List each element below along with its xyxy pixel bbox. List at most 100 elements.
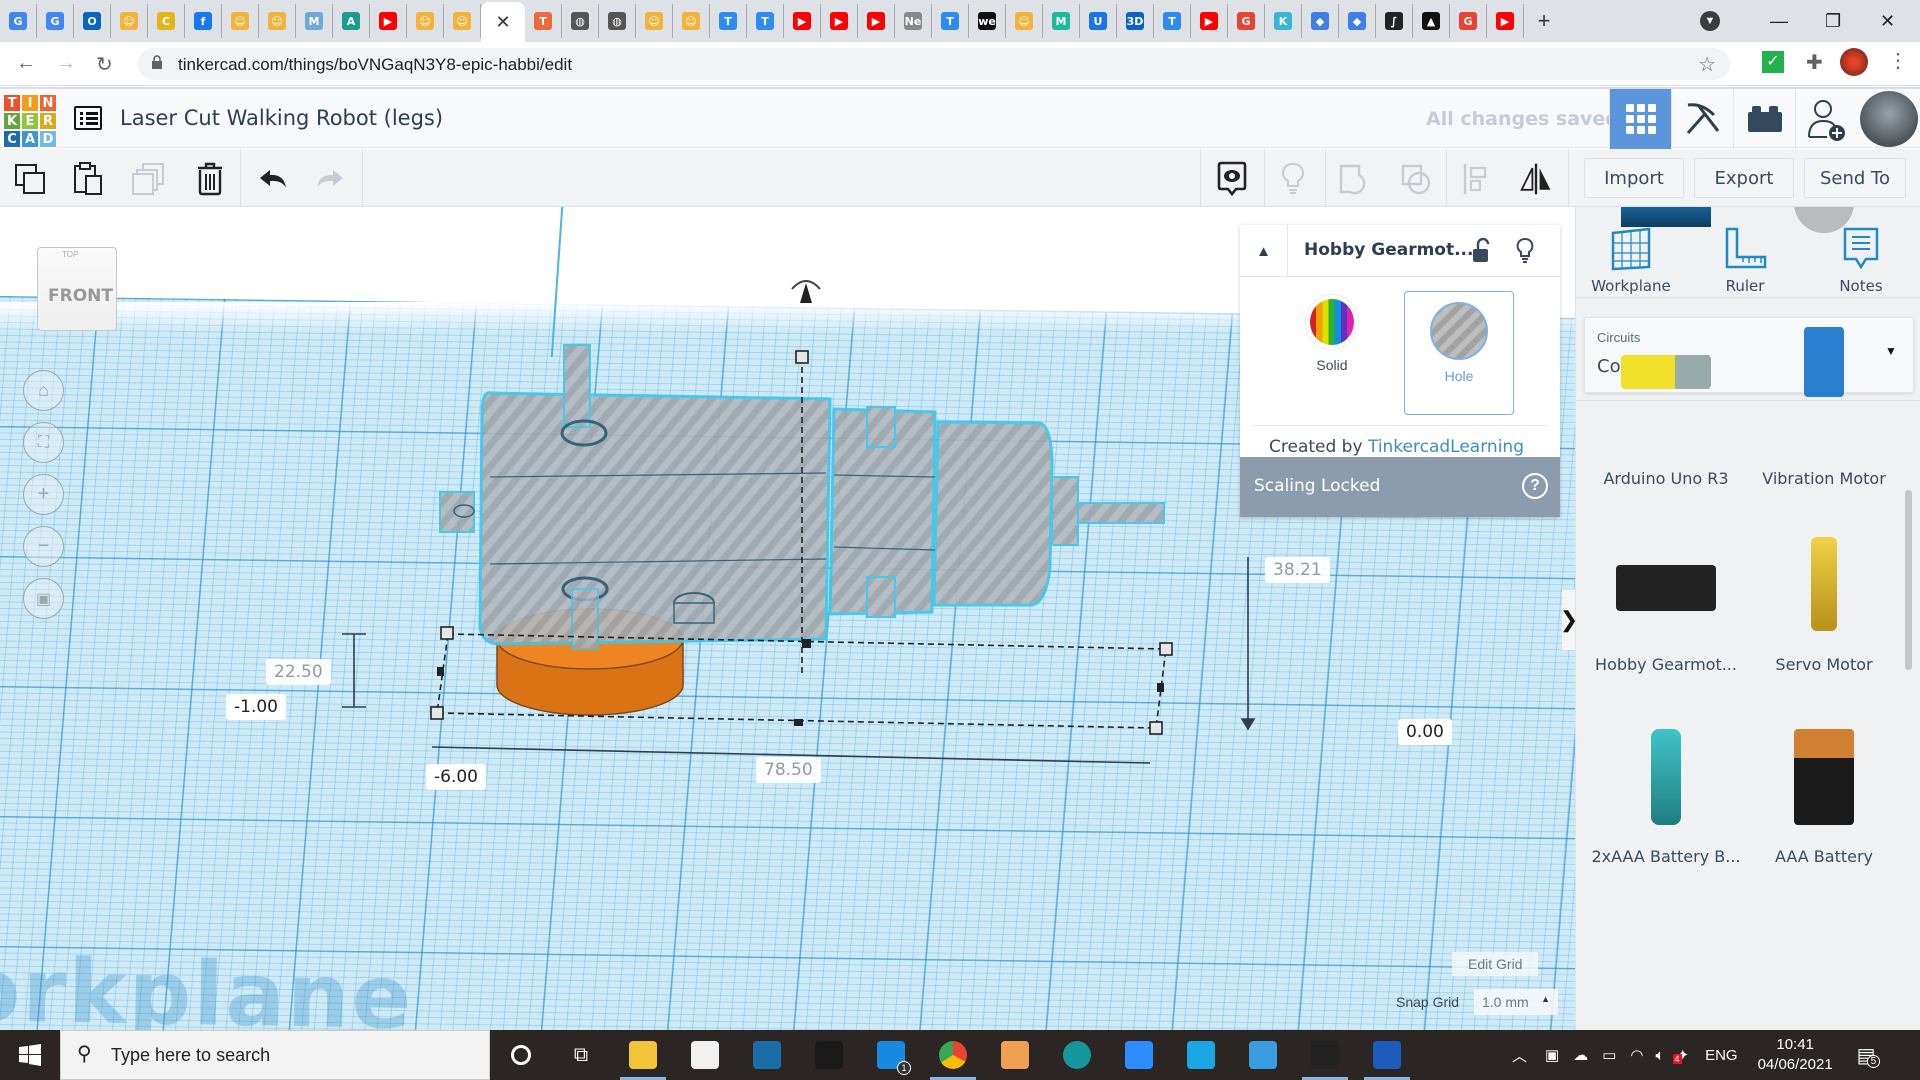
word-taskbar-button[interactable] [1356, 1030, 1418, 1080]
collapse-panel-button[interactable]: ❯ [1560, 590, 1578, 650]
browser-tab[interactable]: T [525, 4, 562, 38]
author-link[interactable]: TinkercadLearning [1368, 437, 1524, 457]
paste-button[interactable] [70, 161, 106, 197]
bookmark-star-icon[interactable]: ☆ [1698, 52, 1716, 77]
unlock-icon[interactable] [1472, 237, 1492, 263]
fusion360-taskbar-button[interactable] [984, 1030, 1046, 1080]
browser-tab[interactable]: T [710, 4, 747, 38]
browser-tab[interactable]: ☺ [111, 4, 148, 38]
panel-scrollbar[interactable] [1905, 490, 1912, 670]
file-explorer-taskbar-button[interactable] [612, 1030, 674, 1080]
browser-tab[interactable]: ◍ [562, 4, 599, 38]
design-title[interactable]: Laser Cut Walking Robot (legs) [120, 106, 443, 130]
minimize-button[interactable]: — [1770, 0, 1788, 42]
show-all-button[interactable] [1275, 161, 1311, 197]
bricks-button[interactable] [1733, 89, 1795, 149]
browser-tab[interactable]: U [1080, 4, 1117, 38]
notes-tool-button[interactable] [1214, 161, 1250, 197]
copy-button[interactable] [12, 161, 48, 197]
component-label[interactable]: 2xAAA Battery B... [1586, 847, 1746, 866]
prusa-slicer-taskbar-button[interactable] [1294, 1030, 1356, 1080]
reload-button[interactable]: ↻ [96, 52, 113, 77]
3d-view-button[interactable] [1609, 89, 1671, 149]
design-menu-icon[interactable] [74, 106, 102, 130]
component-thumbnail[interactable] [1621, 355, 1711, 389]
browser-tab[interactable]: T [1154, 4, 1191, 38]
close-window-button[interactable]: ✕ [1880, 0, 1895, 42]
language-indicator[interactable]: ENG [1705, 1047, 1738, 1064]
browser-tab[interactable]: we [969, 4, 1006, 38]
arduino-taskbar-button[interactable] [1046, 1030, 1108, 1080]
browser-tab[interactable]: G [37, 4, 74, 38]
browser-tab[interactable]: f [185, 4, 222, 38]
action-center-icon[interactable]: ▤ 5 [1857, 1043, 1881, 1068]
browser-tab[interactable]: A [333, 4, 370, 38]
ruler-tool[interactable]: Ruler [1700, 225, 1790, 295]
browser-tab[interactable]: ☺ [222, 4, 259, 38]
component-label[interactable]: Vibration Motor [1744, 469, 1904, 488]
browser-tab[interactable]: C [148, 4, 185, 38]
component-label[interactable]: Arduino Uno R3 [1586, 469, 1746, 488]
close-tab-icon[interactable]: ✕ [495, 12, 510, 33]
wifi-icon[interactable]: ◠ [1630, 1046, 1643, 1064]
browser-tab[interactable]: O [74, 4, 111, 38]
shape-name[interactable]: Hobby Gearmot... [1304, 240, 1473, 260]
battery-icon[interactable]: ▭ [1602, 1046, 1616, 1064]
forward-button[interactable]: → [56, 52, 76, 75]
steam-taskbar-button[interactable] [736, 1030, 798, 1080]
camera-icon[interactable]: ▣ [1545, 1046, 1559, 1064]
rotate-handle[interactable] [791, 280, 821, 303]
browser-tab[interactable]: G [1450, 4, 1487, 38]
cortana-button[interactable] [490, 1030, 552, 1080]
snap-grid-select[interactable]: 1.0 mm ▲ [1474, 989, 1558, 1015]
back-button[interactable]: ← [16, 52, 36, 75]
blocks-pickaxe-button[interactable] [1671, 89, 1733, 149]
component-thumbnail[interactable] [1651, 729, 1681, 825]
cura-taskbar-button[interactable] [1170, 1030, 1232, 1080]
browser-tab[interactable]: 3D [1117, 4, 1154, 38]
browser-tab[interactable]: ∫ [1376, 4, 1413, 38]
component-thumbnail[interactable] [1811, 537, 1837, 631]
browser-tab[interactable]: ▶ [1191, 4, 1228, 38]
component-thumbnail[interactable] [1794, 729, 1854, 825]
chrome-taskbar-button[interactable] [922, 1030, 984, 1080]
component-label[interactable]: Hobby Gearmot... [1586, 655, 1746, 674]
component-thumbnail[interactable] [1804, 327, 1844, 397]
group-button[interactable] [1336, 161, 1372, 197]
task-view-button[interactable]: ⧉ [550, 1030, 612, 1080]
browser-tab[interactable]: ☺ [1006, 4, 1043, 38]
x-position-input[interactable]: -6.00 [426, 764, 486, 790]
browser-tab[interactable]: K [1265, 4, 1302, 38]
elevation-input[interactable]: -1.00 [226, 694, 286, 720]
browser-tab[interactable]: T [747, 4, 784, 38]
component-label[interactable]: AAA Battery [1744, 847, 1904, 866]
export-button[interactable]: Export [1694, 158, 1794, 198]
user-avatar[interactable] [1860, 91, 1918, 147]
duplicate-button[interactable] [130, 161, 166, 197]
browser-tab[interactable]: ◍ [599, 4, 636, 38]
help-icon[interactable]: ? [1522, 473, 1548, 499]
start-button[interactable] [0, 1030, 60, 1080]
flashprint-taskbar-button[interactable] [1232, 1030, 1294, 1080]
mirror-button[interactable] [1518, 161, 1554, 197]
notes-tool[interactable]: Notes [1816, 225, 1906, 295]
browser-tab[interactable]: ▶ [858, 4, 895, 38]
length-dimension-label[interactable]: 78.50 [756, 757, 821, 783]
total-height-label[interactable]: 38.21 [1265, 557, 1330, 583]
zoom-taskbar-button[interactable] [1108, 1030, 1170, 1080]
browser-tab[interactable]: ☺ [673, 4, 710, 38]
predator-sense-taskbar-button[interactable] [798, 1030, 860, 1080]
y-position-input[interactable]: 0.00 [1398, 719, 1452, 745]
delete-button[interactable] [192, 161, 228, 197]
import-button[interactable]: Import [1584, 158, 1684, 198]
tinkercad-logo[interactable]: TINKERCAD [3, 94, 57, 148]
undo-button[interactable] [255, 161, 291, 197]
browser-tab[interactable]: ◆ [1339, 4, 1376, 38]
browser-tab[interactable]: ◆ [1302, 4, 1339, 38]
profile-avatar[interactable] [1840, 48, 1868, 76]
component-thumbnail[interactable] [1621, 207, 1711, 227]
lightbulb-icon[interactable] [1516, 237, 1534, 265]
restore-button[interactable]: ❐ [1825, 0, 1841, 42]
browser-tab[interactable]: ☺ [407, 4, 444, 38]
browser-tab[interactable]: ▶ [1487, 4, 1524, 38]
